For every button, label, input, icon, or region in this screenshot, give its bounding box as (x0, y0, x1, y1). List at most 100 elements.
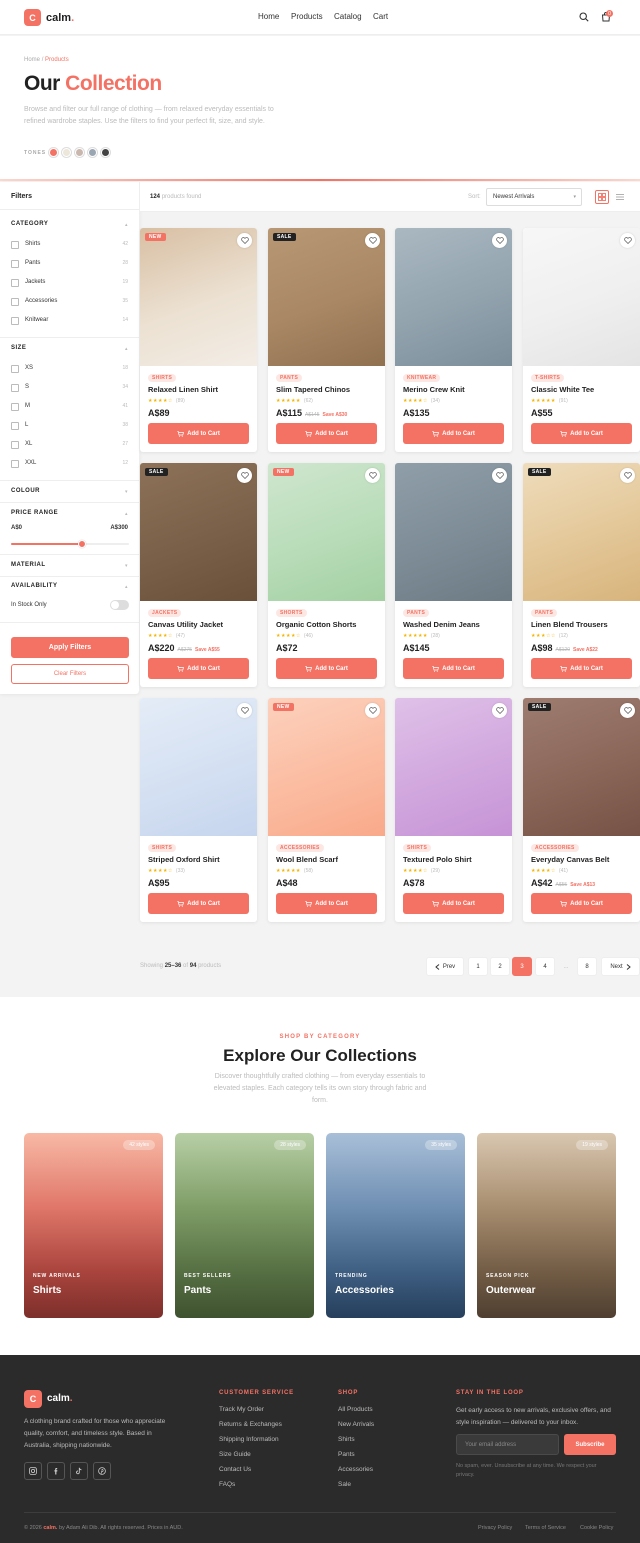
size-option[interactable]: XXL 12 (11, 459, 128, 469)
apply-filters-button[interactable]: Apply Filters (11, 637, 129, 658)
cookie-policy-link[interactable]: Cookie Policy (580, 1525, 613, 1531)
subscribe-button[interactable]: Subscribe (564, 1434, 616, 1455)
tone-swatch[interactable] (88, 148, 97, 157)
category-option[interactable]: Pants 28 (11, 259, 128, 269)
size-option[interactable]: L 38 (11, 421, 128, 431)
wishlist-button[interactable] (620, 233, 635, 248)
product-name[interactable]: Washed Denim Jeans (403, 620, 480, 629)
customer-service-link[interactable]: Contact Us (219, 1466, 251, 1473)
sort-select[interactable]: Newest Arrivals ▾ (486, 188, 582, 206)
nav-home[interactable]: Home (258, 12, 279, 21)
checkbox[interactable] (11, 260, 19, 268)
product-card[interactable]: SALE ACCESSORIES Everyday Canvas Belt ★★★★☆… (523, 698, 640, 922)
collection-card-shirts[interactable]: 42 styles NEW ARRIVALS Shirts (24, 1133, 163, 1318)
category-option[interactable]: Knitwear 14 (11, 316, 128, 326)
footer-brand[interactable]: calm. (47, 1393, 73, 1404)
category-filter-header[interactable]: CATEGORY (11, 221, 48, 227)
customer-service-link[interactable]: FAQs (219, 1481, 235, 1488)
next-page-button[interactable]: Next (601, 957, 640, 976)
clear-filters-button[interactable]: Clear Filters (11, 664, 129, 684)
copyright-brand[interactable]: calm. (43, 1525, 57, 1531)
product-card[interactable]: T-SHIRTS Classic White Tee ★★★★★ (91) A$55 Ad… (523, 228, 640, 452)
wishlist-button[interactable] (492, 468, 507, 483)
product-name[interactable]: Classic White Tee (531, 385, 594, 394)
size-option[interactable]: XS 18 (11, 364, 128, 374)
checkbox[interactable] (11, 441, 19, 449)
wishlist-button[interactable] (237, 468, 252, 483)
collection-card-accessories[interactable]: 35 styles TRENDING Accessories (326, 1133, 465, 1318)
shop-link[interactable]: Shirts (338, 1436, 355, 1443)
product-name[interactable]: Relaxed Linen Shirt (148, 385, 218, 394)
in-stock-toggle[interactable] (110, 600, 129, 610)
tone-swatch[interactable] (49, 148, 58, 157)
checkbox[interactable] (11, 317, 19, 325)
checkbox[interactable] (11, 365, 19, 373)
size-option[interactable]: M 41 (11, 402, 128, 412)
brand-logo-text[interactable]: calm. (46, 12, 74, 24)
add-to-cart-button[interactable]: Add to Cart (148, 893, 249, 914)
product-image[interactable] (395, 228, 512, 366)
wishlist-button[interactable] (620, 468, 635, 483)
wishlist-button[interactable] (365, 703, 380, 718)
wishlist-button[interactable] (365, 233, 380, 248)
product-name[interactable]: Linen Blend Trousers (531, 620, 608, 629)
add-to-cart-button[interactable]: Add to Cart (148, 658, 249, 679)
chevron-down-icon[interactable]: ▾ (125, 563, 128, 569)
product-image[interactable] (140, 463, 257, 601)
product-name[interactable]: Striped Oxford Shirt (148, 855, 220, 864)
product-card[interactable]: SHIRTS Striped Oxford Shirt ★★★★☆ (33) A$95 A… (140, 698, 257, 922)
product-image[interactable] (395, 698, 512, 836)
product-card[interactable]: KNITWEAR Merino Crew Knit ★★★★☆ (34) A$135 Ad… (395, 228, 512, 452)
size-option[interactable]: S 34 (11, 383, 128, 393)
page-button-1[interactable]: 1 (468, 957, 488, 976)
checkbox[interactable] (11, 241, 19, 249)
product-name[interactable]: Slim Tapered Chinos (276, 385, 350, 394)
privacy-policy-link[interactable]: Privacy Policy (478, 1525, 512, 1531)
tiktok-link[interactable] (70, 1462, 88, 1480)
nav-cart[interactable]: Cart (373, 12, 388, 21)
collection-card-pants[interactable]: 28 styles BEST SELLERS Pants (175, 1133, 314, 1318)
add-to-cart-button[interactable]: Add to Cart (276, 658, 377, 679)
footer-logo-icon[interactable]: C (24, 1390, 42, 1408)
page-button-3[interactable]: 3 (512, 957, 532, 976)
tone-swatch[interactable] (101, 148, 110, 157)
add-to-cart-button[interactable]: Add to Cart (403, 423, 504, 444)
product-card[interactable]: SHIRTS Textured Polo Shirt ★★★★☆ (29) A$78 Ad… (395, 698, 512, 922)
nav-catalog[interactable]: Catalog (334, 12, 362, 21)
logo-icon[interactable]: C (24, 9, 41, 26)
add-to-cart-button[interactable]: Add to Cart (531, 423, 632, 444)
size-option[interactable]: XL 27 (11, 440, 128, 450)
size-filter-header[interactable]: SIZE (11, 345, 26, 351)
shop-link[interactable]: New Arrivals (338, 1421, 374, 1428)
page-button-2[interactable]: 2 (490, 957, 510, 976)
product-image[interactable] (268, 463, 385, 601)
add-to-cart-button[interactable]: Add to Cart (531, 658, 632, 679)
add-to-cart-button[interactable]: Add to Cart (148, 423, 249, 444)
checkbox[interactable] (11, 279, 19, 287)
product-image[interactable] (395, 463, 512, 601)
product-image[interactable] (268, 228, 385, 366)
shop-link[interactable]: Sale (338, 1481, 351, 1488)
add-to-cart-button[interactable]: Add to Cart (403, 893, 504, 914)
facebook-link[interactable] (47, 1462, 65, 1480)
tone-swatch[interactable] (62, 148, 71, 157)
chevron-up-icon[interactable]: ▴ (125, 346, 128, 352)
product-card[interactable]: PANTS Washed Denim Jeans ★★★★★ (28) A$145 Add… (395, 463, 512, 687)
price-slider-handle[interactable] (77, 540, 86, 548)
newsletter-email-input[interactable]: Your email address (456, 1434, 559, 1455)
product-name[interactable]: Textured Polo Shirt (403, 855, 472, 864)
product-image[interactable] (523, 698, 640, 836)
category-option[interactable]: Accessories 35 (11, 297, 128, 307)
add-to-cart-button[interactable]: Add to Cart (403, 658, 504, 679)
page-button-4[interactable]: 4 (535, 957, 555, 976)
shop-link[interactable]: Accessories (338, 1466, 373, 1473)
price-filter-header[interactable]: PRICE RANGE (11, 510, 58, 516)
wishlist-button[interactable] (620, 703, 635, 718)
availability-filter-header[interactable]: AVAILABILITY (11, 583, 57, 589)
checkbox[interactable] (11, 384, 19, 392)
category-option[interactable]: Jackets 19 (11, 278, 128, 288)
wishlist-button[interactable] (237, 703, 252, 718)
add-to-cart-button[interactable]: Add to Cart (531, 893, 632, 914)
tone-swatch[interactable] (75, 148, 84, 157)
category-option[interactable]: Shirts 42 (11, 240, 128, 250)
